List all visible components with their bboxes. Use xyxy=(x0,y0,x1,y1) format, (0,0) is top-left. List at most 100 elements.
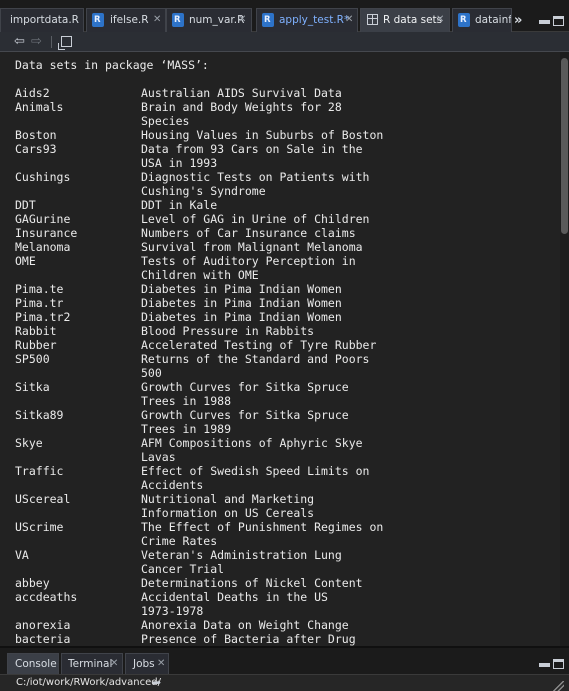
maximize-pane-icon[interactable] xyxy=(553,659,564,669)
list-item: SP500 Returns of the Standard and Poors 5… xyxy=(15,352,555,380)
list-item: Sitka Growth Curves for Sitka Spruce Tree… xyxy=(15,380,555,408)
dataset-name: VA xyxy=(15,548,29,562)
dataset-description: Growth Curves for Sitka Spruce Trees in … xyxy=(141,380,349,408)
tab-label: Console xyxy=(15,658,57,670)
list-item: Animals Brain and Body Weights for 28 Spe… xyxy=(15,100,555,128)
minimize-pane-icon[interactable] xyxy=(539,20,550,24)
list-item: Pima.tr2 Diabetes in Pima Indian Women xyxy=(15,310,555,324)
dataset-description: Effect of Swedish Speed Limits on Accide… xyxy=(141,464,370,492)
close-icon[interactable]: ✕ xyxy=(157,654,165,674)
dataset-description: AFM Compositions of Aphyric Skye Lavas xyxy=(141,436,363,464)
dataset-description: Australian AIDS Survival Data xyxy=(141,86,342,100)
dataset-name: Aids2 xyxy=(15,86,50,100)
dataset-name: Cushings xyxy=(15,170,71,184)
dataset-name: Boston xyxy=(15,128,57,142)
list-item: GAGurine Level of GAG in Urine of Childre… xyxy=(15,212,555,226)
list-item: Insurance Numbers of Car Insurance claims xyxy=(15,226,555,240)
data-sets-viewer: Data sets in package ‘MASS’: Aids2 Austra… xyxy=(0,52,560,646)
list-item: Pima.te Diabetes in Pima Indian Women xyxy=(15,282,555,296)
dataset-name: Skye xyxy=(15,436,43,450)
console-panel: Console Terminal ✕ Jobs ✕ C:/iot/work/RW… xyxy=(0,646,569,691)
dataset-name: Traffic xyxy=(15,464,64,478)
tab-label: num_var.R xyxy=(189,14,245,26)
r-file-icon xyxy=(262,13,274,27)
tab-importdata[interactable]: importdata.R xyxy=(0,8,84,32)
r-file-icon xyxy=(172,13,184,27)
dataset-description: Blood Pressure in Rabbits xyxy=(141,324,315,338)
dataset-name: Insurance xyxy=(15,226,78,240)
close-icon[interactable]: ✕ xyxy=(345,9,353,31)
dataset-description: Anorexia Data on Weight Change xyxy=(141,618,349,632)
forward-arrow-icon[interactable]: ⇨ xyxy=(31,34,42,49)
dataset-description: Diabetes in Pima Indian Women xyxy=(141,296,342,310)
dataset-name: Melanoma xyxy=(15,240,71,254)
tab-label: R data sets xyxy=(383,14,443,26)
tab-ifelse[interactable]: ifelse.R ✕ xyxy=(86,8,166,32)
dataset-name: bacteria xyxy=(15,632,71,646)
tab-apply-test[interactable]: apply_test.R* ✕ xyxy=(256,8,358,32)
dataset-name: Animals xyxy=(15,100,64,114)
dataset-description: Numbers of Car Insurance claims xyxy=(141,226,356,240)
dataset-description: Nutritional and Marketing Information on… xyxy=(141,492,315,520)
close-icon[interactable]: ✕ xyxy=(153,9,161,31)
back-arrow-icon[interactable]: ⇦ xyxy=(14,34,25,49)
source-tab-bar: importdata.R ifelse.R ✕ num_var.R ✕ appl… xyxy=(0,0,569,32)
list-item: VA Veteran's Administration Lung Cancer T… xyxy=(15,548,555,576)
show-in-new-window-icon[interactable] xyxy=(58,36,72,50)
tab-datainfo[interactable]: datainfo. xyxy=(452,8,512,32)
viewer-toolbar: ⇦ ⇨ xyxy=(0,32,569,52)
dataset-name: Rubber xyxy=(15,338,57,352)
close-icon[interactable]: ✕ xyxy=(110,654,118,674)
dataset-name: abbey xyxy=(15,576,50,590)
tab-label: Jobs xyxy=(133,658,155,670)
dataset-name: Pima.tr2 xyxy=(15,310,71,324)
scrollbar-thumb[interactable] xyxy=(561,58,568,234)
dataset-description: Accidental Deaths in the US 1973-1978 xyxy=(141,590,328,618)
dataset-description: Survival from Malignant Melanoma xyxy=(141,240,363,254)
close-icon[interactable]: ✕ xyxy=(436,9,444,31)
dataset-name: anorexia xyxy=(15,618,71,632)
tab-num-var[interactable]: num_var.R ✕ xyxy=(166,8,252,32)
list-item: Cushings Diagnostic Tests on Patients wit… xyxy=(15,170,555,198)
tab-label: ifelse.R xyxy=(110,14,149,26)
tab-label: Terminal xyxy=(68,658,113,670)
dataset-name: OME xyxy=(15,254,36,268)
clear-console-icon[interactable] xyxy=(552,681,564,691)
list-item: Sitka89 Growth Curves for Sitka Spruce Tr… xyxy=(15,408,555,436)
tab-console[interactable]: Console xyxy=(7,653,59,674)
dataset-name: UScereal xyxy=(15,492,71,506)
list-item: Rubber Accelerated Testing of Tyre Rubber xyxy=(15,338,555,352)
vertical-scrollbar[interactable] xyxy=(560,52,569,646)
close-icon[interactable]: ✕ xyxy=(238,9,246,31)
tab-overflow-icon[interactable]: » xyxy=(514,13,522,28)
list-item: UScrime The Effect of Punishment Regimes … xyxy=(15,520,555,548)
dataset-description: Level of GAG in Urine of Children xyxy=(141,212,370,226)
console-path-bar: C:/iot/work/RWork/advanced/ ➦ xyxy=(0,674,569,691)
dataset-name: Cars93 xyxy=(15,142,57,156)
dataset-name: Rabbit xyxy=(15,324,57,338)
tab-jobs[interactable]: Jobs ✕ xyxy=(125,653,169,674)
dataset-description: Determinations of Nickel Content xyxy=(141,576,363,590)
dataset-name: Pima.tr xyxy=(15,296,64,310)
working-directory: C:/iot/work/RWork/advanced/ xyxy=(16,677,161,688)
dataset-name: DDT xyxy=(15,198,36,212)
dataset-description: Diagnostic Tests on Patients with Cushin… xyxy=(141,170,370,198)
tab-r-data-sets[interactable]: R data sets ✕ xyxy=(360,8,450,32)
dataset-name: Sitka89 xyxy=(15,408,64,422)
table-icon xyxy=(367,14,378,25)
tab-terminal[interactable]: Terminal ✕ xyxy=(61,653,123,674)
tab-label: importdata.R xyxy=(10,14,79,26)
dataset-description: Data from 93 Cars on Sale in the USA in … xyxy=(141,142,363,170)
page-title: Data sets in package ‘MASS’: xyxy=(15,58,209,72)
list-item: Skye AFM Compositions of Aphyric Skye Lav… xyxy=(15,436,555,464)
dataset-name: Pima.te xyxy=(15,282,64,296)
list-item: OME Tests of Auditory Perception in Child… xyxy=(15,254,555,282)
list-item: Melanoma Survival from Malignant Melanoma xyxy=(15,240,555,254)
list-item: accdeaths Accidental Deaths in the US 197… xyxy=(15,590,555,618)
minimize-pane-icon[interactable] xyxy=(539,663,550,667)
maximize-pane-icon[interactable] xyxy=(553,16,564,26)
go-to-directory-icon[interactable]: ➦ xyxy=(152,676,161,689)
dataset-description: Tests of Auditory Perception in Children… xyxy=(141,254,356,282)
dataset-description: Diabetes in Pima Indian Women xyxy=(141,282,342,296)
tab-label: apply_test.R* xyxy=(279,14,350,26)
